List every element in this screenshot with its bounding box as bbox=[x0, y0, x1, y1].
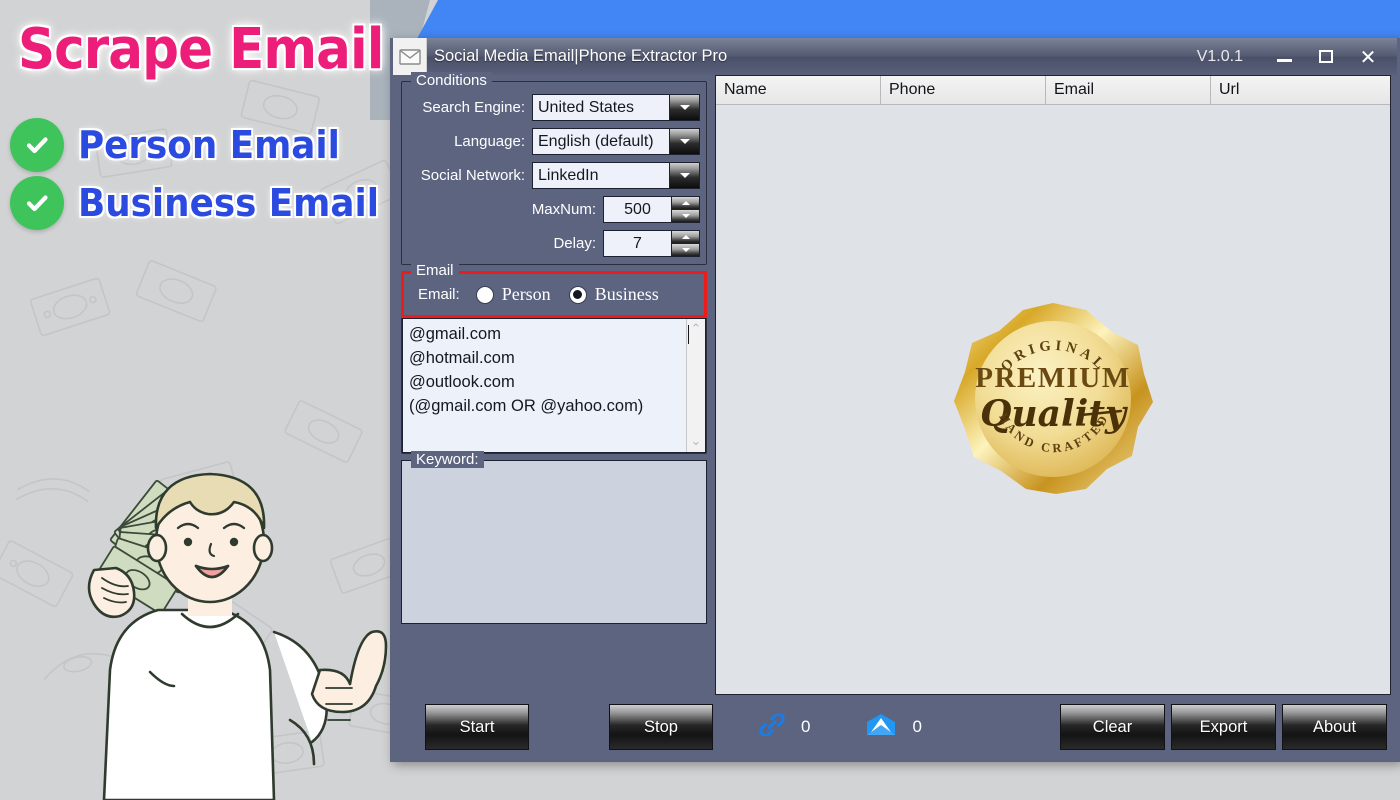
about-button[interactable]: About bbox=[1282, 704, 1387, 750]
email-domain-list[interactable]: @gmail.com @hotmail.com @outlook.com (@g… bbox=[402, 318, 706, 453]
check-circle-icon bbox=[10, 176, 64, 230]
results-grid-header: Name Phone Email Url bbox=[716, 76, 1390, 105]
results-panel: Name Phone Email Url ORIGINAL PREMIUM Qu… bbox=[715, 75, 1397, 695]
spin-down-icon[interactable] bbox=[672, 243, 699, 256]
window-controls: V1.0.1 ✕ bbox=[1197, 42, 1397, 72]
keyword-group: Keyword: bbox=[401, 451, 707, 624]
start-button[interactable]: Start bbox=[425, 704, 529, 750]
email-domain-items: @gmail.com @hotmail.com @outlook.com (@g… bbox=[403, 319, 689, 452]
app-window: Social Media Email|Phone Extractor Pro V… bbox=[390, 38, 1400, 762]
column-header-phone[interactable]: Phone bbox=[881, 76, 1046, 105]
maximize-icon[interactable] bbox=[1305, 42, 1347, 72]
maxnum-spin-buttons bbox=[671, 197, 699, 222]
footer-toolbar: Start Stop 0 0 Clear Export About bbox=[393, 695, 1397, 759]
controls-panel: Conditions Search Engine: United States … bbox=[393, 72, 715, 695]
keyword-input[interactable] bbox=[401, 460, 707, 624]
language-value: English (default) bbox=[538, 132, 654, 150]
maxnum-value: 500 bbox=[624, 200, 651, 218]
radio-person-label: Person bbox=[501, 284, 551, 304]
field-maxnum: MaxNum: 500 bbox=[408, 196, 700, 223]
language-label: Language: bbox=[454, 133, 525, 150]
chevron-down-icon[interactable] bbox=[669, 129, 699, 154]
results-grid[interactable]: Name Phone Email Url ORIGINAL PREMIUM Qu… bbox=[715, 75, 1391, 695]
premium-quality-badge: ORIGINAL PREMIUM Quality HAND CRAFTED bbox=[716, 105, 1390, 694]
results-grid-body[interactable]: ORIGINAL PREMIUM Quality HAND CRAFTED bbox=[716, 105, 1390, 694]
link-counter: 0 bbox=[759, 712, 811, 741]
search-engine-value: United States bbox=[538, 98, 635, 116]
conditions-group: Conditions Search Engine: United States … bbox=[401, 72, 707, 265]
social-network-label: Social Network: bbox=[420, 167, 525, 184]
badge-script-text: Quality bbox=[980, 393, 1128, 435]
title-bar: Social Media Email|Phone Extractor Pro V… bbox=[393, 38, 1397, 75]
field-delay: Delay: 7 bbox=[408, 230, 700, 257]
email-row-label: Email: bbox=[418, 286, 460, 303]
search-engine-select[interactable]: United States bbox=[532, 94, 700, 121]
radio-business-label: Business bbox=[594, 284, 659, 304]
promo-bullet-label: Person Email bbox=[78, 123, 340, 167]
radio-person[interactable]: Person bbox=[475, 284, 551, 305]
email-group: Email Email: Person Business @gmail.com … bbox=[401, 262, 707, 454]
social-network-value: LinkedIn bbox=[538, 166, 599, 184]
delay-spin-buttons bbox=[671, 231, 699, 256]
field-social-network: Social Network: LinkedIn bbox=[408, 162, 700, 189]
delay-value: 7 bbox=[633, 234, 642, 252]
conditions-legend: Conditions bbox=[411, 72, 492, 89]
email-legend: Email bbox=[411, 262, 459, 279]
window-title: Social Media Email|Phone Extractor Pro bbox=[434, 47, 728, 65]
minimize-icon[interactable] bbox=[1263, 42, 1305, 72]
spin-up-icon[interactable] bbox=[672, 197, 699, 209]
cartoon-man-with-money-illustration bbox=[87, 472, 388, 800]
maxnum-label: MaxNum: bbox=[531, 201, 596, 218]
promo-bullet-business-email: Business Email bbox=[10, 176, 398, 230]
field-language: Language: English (default) bbox=[408, 128, 700, 155]
maxnum-stepper[interactable]: 500 bbox=[603, 196, 700, 223]
mail-count: 0 bbox=[912, 717, 922, 736]
social-network-select[interactable]: LinkedIn bbox=[532, 162, 700, 189]
radio-business[interactable]: Business bbox=[568, 284, 659, 305]
export-button[interactable]: Export bbox=[1171, 704, 1276, 750]
chevron-down-icon[interactable] bbox=[669, 95, 699, 120]
badge-main-text: PREMIUM bbox=[975, 362, 1130, 394]
envelope-icon bbox=[393, 38, 427, 75]
radio-person-indicator[interactable] bbox=[475, 285, 494, 304]
promo-bullet-person-email: Person Email bbox=[10, 118, 357, 172]
screenshot-root: Scrape Email Person Email Business Email bbox=[0, 0, 1400, 800]
radio-business-indicator[interactable] bbox=[568, 285, 587, 304]
check-circle-icon bbox=[10, 118, 64, 172]
column-header-email[interactable]: Email bbox=[1046, 76, 1211, 105]
scroll-up-icon[interactable]: ⌃ bbox=[691, 323, 702, 336]
link-count: 0 bbox=[801, 717, 811, 736]
version-label: V1.0.1 bbox=[1196, 47, 1243, 65]
language-select[interactable]: English (default) bbox=[532, 128, 700, 155]
close-icon[interactable]: ✕ bbox=[1347, 42, 1389, 72]
footer-actions: Clear Export About bbox=[1060, 704, 1387, 750]
status-counters: 0 0 bbox=[759, 712, 922, 742]
promo-bullet-label: Business Email bbox=[78, 181, 379, 225]
search-engine-label: Search Engine: bbox=[422, 99, 525, 116]
promo-title: Scrape Email bbox=[18, 17, 384, 82]
column-header-name[interactable]: Name bbox=[716, 76, 881, 105]
list-item[interactable]: (@gmail.com OR @yahoo.com) bbox=[409, 394, 686, 418]
field-search-engine: Search Engine: United States bbox=[408, 94, 700, 121]
spin-down-icon[interactable] bbox=[672, 209, 699, 222]
list-item[interactable]: @outlook.com bbox=[409, 370, 686, 394]
chevron-down-icon[interactable] bbox=[669, 163, 699, 188]
mail-counter: 0 bbox=[866, 713, 922, 742]
link-icon bbox=[759, 712, 785, 741]
list-item[interactable]: @gmail.com bbox=[409, 322, 689, 346]
list-item[interactable]: @hotmail.com bbox=[409, 346, 686, 370]
stop-button[interactable]: Stop bbox=[609, 704, 713, 750]
scroll-down-icon[interactable]: ⌄ bbox=[691, 435, 702, 448]
spin-up-icon[interactable] bbox=[672, 231, 699, 243]
delay-label: Delay: bbox=[553, 235, 596, 252]
mail-icon bbox=[866, 713, 896, 742]
keyword-legend: Keyword: bbox=[411, 451, 484, 468]
app-body: Conditions Search Engine: United States … bbox=[393, 72, 1397, 695]
clear-button[interactable]: Clear bbox=[1060, 704, 1165, 750]
column-header-url[interactable]: Url bbox=[1211, 76, 1390, 105]
delay-stepper[interactable]: 7 bbox=[603, 230, 700, 257]
